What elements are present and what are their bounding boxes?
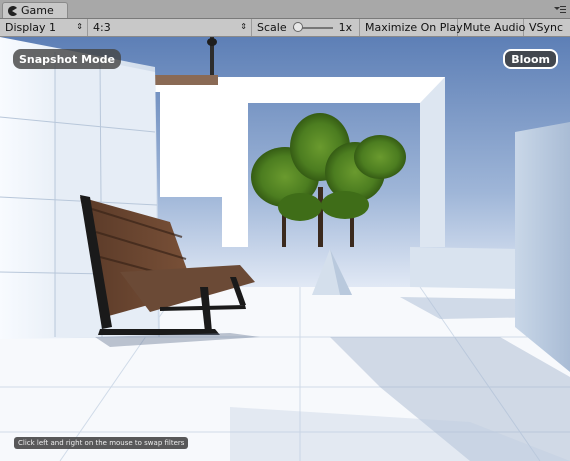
tab-menu-icon[interactable]: [554, 4, 566, 14]
game-toolbar: Display 1 ⇕ 4:3 ⇕ Scale 1x Maximize On P…: [0, 19, 570, 37]
tab-game[interactable]: Game: [2, 2, 68, 18]
right-low-wall: [410, 247, 520, 289]
aspect-value: 4:3: [93, 21, 111, 34]
game-scene: [0, 37, 570, 461]
mute-audio-label: Mute Audio: [463, 21, 526, 34]
dropdown-arrow-icon: ⇕: [240, 22, 247, 31]
scale-control: Scale 1x: [252, 19, 360, 36]
maximize-on-play-toggle[interactable]: Maximize On Play: [360, 19, 463, 36]
mute-audio-toggle[interactable]: Mute Audio: [458, 19, 526, 36]
pacman-icon: [7, 5, 17, 16]
dropdown-arrow-icon: ⇕: [76, 22, 83, 31]
vsync-toggle[interactable]: VSync: [524, 19, 570, 36]
snapshot-mode-label: Snapshot Mode: [13, 49, 121, 69]
bloom-filter-button[interactable]: Bloom: [503, 49, 558, 69]
scale-slider-thumb[interactable]: [292, 21, 303, 32]
tab-label: Game: [21, 4, 54, 17]
game-viewport[interactable]: Snapshot Mode Bloom Click left and right…: [0, 37, 570, 461]
lamp-icon: [207, 38, 217, 46]
maximize-on-play-label: Maximize On Play: [365, 21, 463, 34]
roof-beam: [145, 75, 218, 85]
display-dropdown[interactable]: Display 1 ⇕: [0, 19, 88, 36]
vsync-label: VSync: [529, 21, 564, 34]
display-value: Display 1: [5, 21, 57, 34]
tab-bar: Game: [0, 0, 570, 19]
scale-label: Scale: [257, 21, 287, 34]
scale-slider[interactable]: [292, 21, 333, 32]
aspect-dropdown[interactable]: 4:3 ⇕: [88, 19, 252, 36]
filter-hint: Click left and right on the mouse to swa…: [14, 437, 189, 449]
archway-side: [420, 77, 445, 247]
scale-value: 1x: [338, 21, 353, 34]
